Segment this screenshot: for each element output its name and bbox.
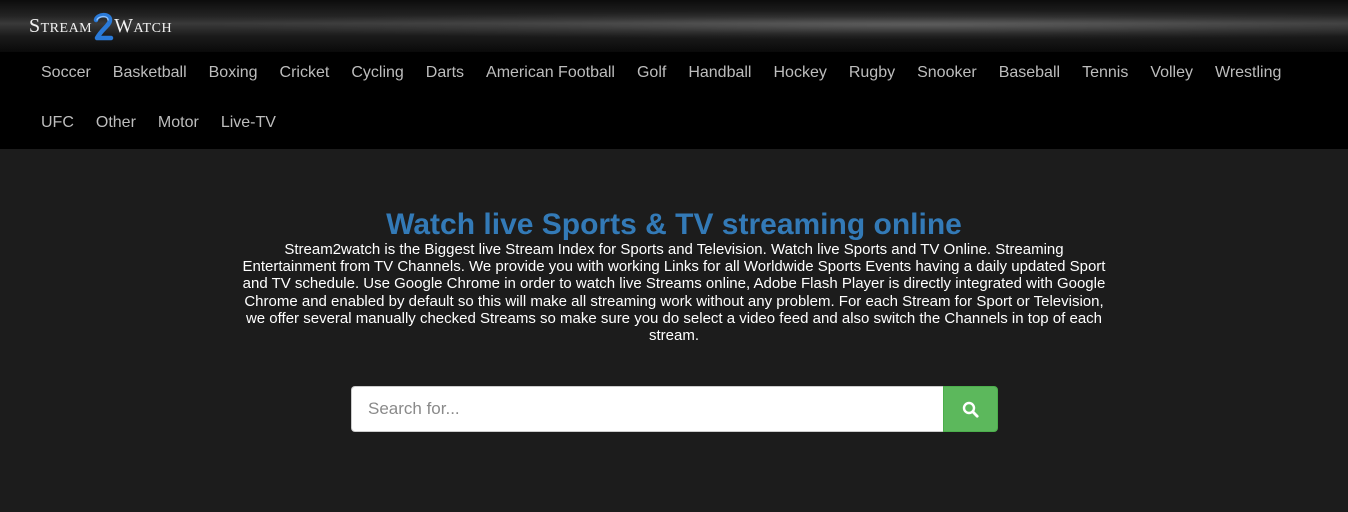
nav-item-rugby[interactable]: Rugby <box>838 53 906 93</box>
nav-item-ufc[interactable]: UFC <box>30 103 85 143</box>
nav-item-other[interactable]: Other <box>85 103 147 143</box>
nav-item-wrestling[interactable]: Wrestling <box>1204 53 1292 93</box>
nav-item-motor[interactable]: Motor <box>147 103 210 143</box>
logo-word-stream: Stream <box>29 14 93 37</box>
nav-item-cricket[interactable]: Cricket <box>269 53 341 93</box>
sports-nav: Soccer Basketball Boxing Cricket Cycling Dart… <box>0 52 1348 149</box>
search-form <box>351 386 998 432</box>
logo-digit-two <box>91 11 115 41</box>
main-content: Watch live Sports & TV streaming online … <box>0 149 1348 512</box>
nav-item-hockey[interactable]: Hockey <box>762 53 837 93</box>
page-title: Watch live Sports & TV streaming online <box>386 208 962 241</box>
nav-item-live-tv[interactable]: Live-TV <box>210 103 287 143</box>
nav-item-handball[interactable]: Handball <box>677 53 762 93</box>
nav-item-snooker[interactable]: Snooker <box>906 53 988 93</box>
search-input[interactable] <box>351 386 943 432</box>
nav-item-boxing[interactable]: Boxing <box>198 53 269 93</box>
header-sheen <box>200 10 1348 40</box>
nav-item-baseball[interactable]: Baseball <box>988 53 1071 93</box>
intro-description: Stream2watch is the Biggest live Stream … <box>242 241 1106 345</box>
nav-item-volley[interactable]: Volley <box>1139 53 1204 93</box>
nav-item-darts[interactable]: Darts <box>415 53 475 93</box>
nav-item-tennis[interactable]: Tennis <box>1071 53 1139 93</box>
nav-item-soccer[interactable]: Soccer <box>30 53 102 93</box>
search-icon <box>962 401 979 418</box>
nav-item-cycling[interactable]: Cycling <box>340 53 414 93</box>
nav-item-american-football[interactable]: American Football <box>475 53 626 93</box>
nav-row-secondary: UFC Other Motor Live-TV <box>30 103 287 143</box>
nav-item-basketball[interactable]: Basketball <box>102 53 198 93</box>
site-logo[interactable]: Stream Watch <box>29 8 172 44</box>
logo-word-watch: Watch <box>114 14 173 37</box>
search-button[interactable] <box>943 386 998 432</box>
site-header: Stream Watch <box>0 0 1348 52</box>
nav-row-primary: Soccer Basketball Boxing Cricket Cycling Dart… <box>30 53 1292 93</box>
nav-item-golf[interactable]: Golf <box>626 53 677 93</box>
